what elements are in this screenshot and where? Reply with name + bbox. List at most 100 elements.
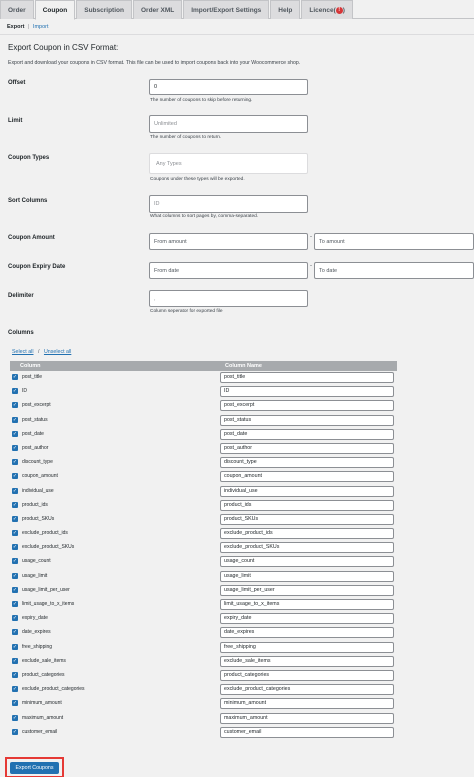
column-label: expiry_date — [22, 615, 48, 622]
table-row: ✓ customer_email customer_email — [10, 726, 397, 740]
column-name-input[interactable]: post_status — [220, 414, 394, 426]
tab-licence[interactable]: Licence(!) — [301, 0, 353, 19]
sort-columns-label: Sort Columns — [8, 198, 48, 204]
column-name-input[interactable]: expiry_date — [220, 613, 394, 625]
column-name-input[interactable]: exclude_product_ids — [220, 528, 394, 540]
delimiter-label: Delimiter — [8, 293, 34, 299]
column-name-input[interactable]: product_categories — [220, 669, 394, 681]
table-row: ✓ coupon_amount coupon_amount — [10, 470, 397, 484]
column-checkbox[interactable]: ✓ — [12, 402, 18, 409]
sort-columns-input[interactable]: ID — [149, 195, 308, 213]
column-checkbox[interactable]: ✓ — [12, 714, 18, 721]
table-row: ✓ post_author post_author — [10, 442, 397, 456]
subnav-import-link[interactable]: Import — [33, 24, 49, 30]
column-checkbox[interactable]: ✓ — [12, 473, 18, 480]
table-row: ✓ ID ID — [10, 385, 397, 399]
date-from-input[interactable]: From date — [149, 262, 308, 279]
column-name-input[interactable]: exclude_sale_items — [220, 655, 394, 667]
column-checkbox[interactable]: ✓ — [12, 671, 18, 678]
page-description: Export and download your coupons in CSV … — [8, 60, 301, 66]
tab-order[interactable]: Order — [0, 0, 34, 19]
tab-licence-label: Licence — [309, 7, 334, 14]
column-checkbox[interactable]: ✓ — [12, 643, 18, 650]
table-row: ✓ exclude_sale_items exclude_sale_items — [10, 655, 397, 669]
tab-import-export-settings[interactable]: Import/Export Settings — [183, 0, 270, 19]
column-checkbox[interactable]: ✓ — [12, 615, 18, 622]
divider — [0, 34, 474, 35]
column-name-input[interactable]: usage_limit — [220, 570, 394, 582]
subnav-export[interactable]: Export — [7, 24, 24, 30]
table-row: ✓ exclude_product_categories exclude_produ… — [10, 683, 397, 697]
table-row: ✓ exclude_product_ids exclude_product_ids — [10, 527, 397, 541]
column-checkbox[interactable]: ✓ — [12, 544, 18, 551]
table-row: ✓ post_excerpt post_excerpt — [10, 399, 397, 413]
column-checkbox[interactable]: ✓ — [12, 629, 18, 636]
column-checkbox[interactable]: ✓ — [12, 700, 18, 707]
tab-help[interactable]: Help — [270, 0, 301, 19]
column-name-input[interactable]: individual_use — [220, 485, 394, 497]
column-name-input[interactable]: maximum_amount — [220, 712, 394, 724]
limit-input[interactable]: Unlimited — [149, 115, 308, 133]
column-name-input[interactable]: post_date — [220, 428, 394, 440]
column-name-input[interactable]: customer_email — [220, 726, 394, 738]
column-name-input[interactable]: usage_limit_per_user — [220, 584, 394, 596]
column-checkbox[interactable]: ✓ — [12, 416, 18, 423]
coupon-expiry-date-label: Coupon Expiry Date — [8, 264, 66, 270]
alert-badge: ! — [335, 6, 343, 14]
column-checkbox[interactable]: ✓ — [12, 388, 18, 395]
column-checkbox[interactable]: ✓ — [12, 487, 18, 494]
delimiter-hint: Column seperator for exported file — [150, 309, 223, 314]
table-row: ✓ minimum_amount minimum_amount — [10, 697, 397, 711]
column-name-input[interactable]: exclude_product_categories — [220, 684, 394, 696]
column-name-input[interactable]: date_expires — [220, 627, 394, 639]
offset-input[interactable]: 0 — [149, 79, 308, 95]
column-name-input[interactable]: ID — [220, 386, 394, 398]
column-name-input[interactable]: post_title — [220, 372, 394, 383]
date-range-separator: - — [310, 263, 312, 269]
coupon-types-select[interactable]: Any Types — [149, 153, 308, 174]
column-label: product_SKUs — [22, 515, 55, 522]
select-all-link[interactable]: Select all — [12, 349, 34, 355]
column-checkbox[interactable]: ✓ — [12, 601, 18, 607]
column-checkbox[interactable]: ✓ — [12, 558, 18, 565]
column-checkbox[interactable]: ✓ — [12, 586, 18, 593]
column-name-input[interactable]: coupon_amount — [220, 471, 394, 483]
column-checkbox[interactable]: ✓ — [12, 430, 18, 437]
unselect-all-link[interactable]: Unselect all — [44, 349, 71, 355]
column-name-input[interactable]: product_SKUs — [220, 513, 394, 525]
column-name-input[interactable]: usage_count — [220, 556, 394, 568]
column-checkbox[interactable]: ✓ — [12, 501, 18, 508]
column-checkbox[interactable]: ✓ — [12, 728, 18, 735]
column-name-input[interactable]: limit_usage_to_x_items — [220, 599, 394, 610]
amount-from-input[interactable]: From amount — [149, 233, 308, 250]
tab-order-xml[interactable]: Order XML — [132, 0, 183, 19]
column-checkbox[interactable]: ✓ — [12, 530, 18, 537]
column-name-input[interactable]: exclude_product_SKUs — [220, 542, 394, 554]
column-checkbox[interactable]: ✓ — [12, 374, 18, 380]
column-name-input[interactable]: free_shipping — [220, 641, 394, 653]
column-checkbox[interactable]: ✓ — [12, 572, 18, 579]
table-row: ✓ post_date post_date — [10, 428, 397, 442]
date-to-input[interactable]: To date — [314, 262, 474, 279]
page-title: Export Coupon in CSV Format: — [8, 43, 119, 52]
table-row: ✓ discount_type discount_type — [10, 456, 397, 470]
table-row: ✓ post_status post_status — [10, 414, 397, 428]
column-checkbox[interactable]: ✓ — [12, 444, 18, 451]
column-name-input[interactable]: post_excerpt — [220, 400, 394, 412]
select-separator: / — [37, 349, 40, 355]
columns-table-header: Column Column Name — [10, 361, 397, 371]
column-name-input[interactable]: minimum_amount — [220, 698, 394, 710]
coupon-types-label: Coupon Types — [8, 155, 50, 161]
column-checkbox[interactable]: ✓ — [12, 686, 18, 693]
tab-subscription[interactable]: Subscription — [76, 0, 132, 19]
column-checkbox[interactable]: ✓ — [12, 515, 18, 522]
amount-to-input[interactable]: To amount — [314, 233, 474, 250]
column-checkbox[interactable]: ✓ — [12, 459, 18, 466]
tab-coupon[interactable]: Coupon — [34, 0, 76, 20]
delimiter-input[interactable]: , — [149, 290, 308, 307]
column-name-input[interactable]: discount_type — [220, 457, 394, 469]
column-name-input[interactable]: post_author — [220, 442, 394, 454]
column-name-input[interactable]: product_ids — [220, 499, 394, 511]
column-checkbox[interactable]: ✓ — [12, 657, 18, 664]
export-coupons-button[interactable]: Export Coupons — [10, 762, 59, 774]
